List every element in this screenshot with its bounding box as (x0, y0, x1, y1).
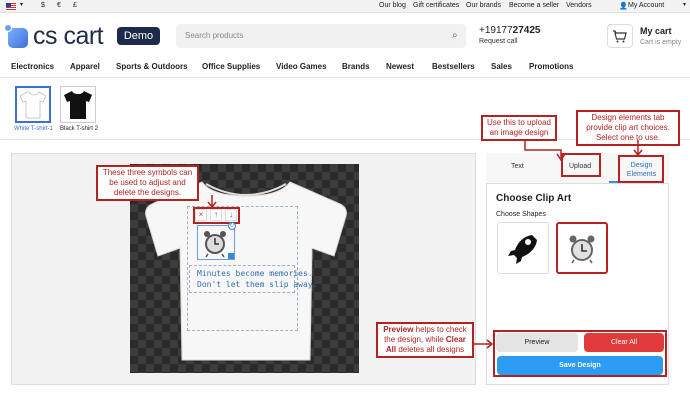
nav-sales[interactable]: Sales (491, 62, 512, 71)
logo-text[interactable]: cs cart (33, 22, 104, 51)
chevron-down-icon[interactable]: ▾ (683, 1, 686, 8)
shape-rocket[interactable] (497, 222, 549, 274)
phone-number[interactable]: +1917727425 (479, 25, 540, 36)
link-our-blog[interactable]: Our blog (379, 2, 406, 9)
resize-handle-icon[interactable] (228, 253, 234, 259)
cart-title[interactable]: My cart (640, 26, 672, 36)
rocket-icon (508, 235, 537, 264)
design-text[interactable]: Minutes become memories. Don't let them s… (197, 268, 317, 290)
demo-badge: Demo (117, 27, 160, 45)
variant-white-label[interactable]: White T-shirt-1 (14, 126, 53, 132)
design-text-line2: Don't let them slip away. (197, 280, 318, 289)
user-icon: 👤 (619, 3, 628, 10)
upload-tab-highlight (561, 153, 601, 177)
cart-status: Cart is empty (640, 39, 682, 46)
rotate-handle-icon[interactable]: ↻ (228, 222, 236, 230)
preview-bold: Preview (383, 325, 414, 334)
link-become-seller[interactable]: Become a seller (509, 2, 559, 9)
nav-office-supplies[interactable]: Office Supplies (202, 62, 260, 71)
arrow-icon (524, 140, 566, 162)
nav-apparel[interactable]: Apparel (70, 62, 100, 71)
my-account-link[interactable]: My Account (628, 2, 664, 9)
shape-alarm-clock[interactable] (556, 222, 608, 274)
tab-text[interactable]: Text (511, 163, 524, 170)
main-nav: Electronics Apparel Sports & Outdoors Of… (0, 58, 690, 78)
arrow-down-icon (633, 140, 643, 157)
request-call-link[interactable]: Request call (479, 38, 518, 45)
clear-tail: deletes all designs (396, 345, 465, 354)
phone-prefix: +19177 (479, 25, 513, 36)
phone-suffix: 27425 (512, 25, 541, 36)
nav-promotions[interactable]: Promotions (529, 62, 573, 71)
cart-icon[interactable] (607, 24, 633, 48)
nav-electronics[interactable]: Electronics (11, 62, 54, 71)
search-icon[interactable]: ⌕ (452, 30, 458, 41)
logo-icon[interactable] (8, 28, 28, 48)
design-tab-annotation: Design elements tab provide clip art cho… (576, 110, 680, 146)
nav-bestsellers[interactable]: Bestsellers (432, 62, 475, 71)
nav-sports-outdoors[interactable]: Sports & Outdoors (116, 62, 188, 71)
logo-dot-icon (4, 24, 12, 32)
preview-clear-annotation: Preview helps to check the design, while… (376, 322, 474, 358)
top-utility-bar: ▾ $ € £ Our blog Gift certificates Our b… (0, 0, 690, 13)
arrow-right-icon (474, 339, 494, 349)
search-input[interactable]: Search products (176, 24, 466, 48)
arrow-down-icon (207, 195, 217, 209)
upload-annotation: Use this to upload an image design (481, 115, 557, 141)
design-tab-highlight (618, 155, 664, 183)
nav-video-games[interactable]: Video Games (276, 62, 327, 71)
save-design-button[interactable]: Save Design (497, 356, 663, 375)
variant-white-tshirt[interactable] (15, 86, 51, 123)
link-vendors[interactable]: Vendors (566, 2, 592, 9)
variant-black-label[interactable]: Black T-shirt 2 (60, 126, 98, 132)
controls-annotation: These three symbols can be used to adjus… (96, 165, 199, 201)
choose-shapes-label: Choose Shapes (496, 211, 546, 218)
nav-brands[interactable]: Brands (342, 62, 370, 71)
currency-usd[interactable]: $ (41, 2, 45, 9)
chevron-down-icon[interactable]: ▾ (20, 1, 23, 8)
currency-gbp[interactable]: £ (73, 2, 77, 9)
us-flag-icon[interactable] (6, 3, 16, 10)
variant-black-tshirt[interactable] (60, 86, 96, 123)
nav-newest[interactable]: Newest (386, 62, 414, 71)
link-gift-certificates[interactable]: Gift certificates (413, 2, 459, 9)
currency-eur[interactable]: € (57, 2, 61, 9)
design-text-line1: Minutes become memories. (197, 269, 313, 278)
choose-clipart-heading: Choose Clip Art (496, 193, 572, 204)
alarm-clock-icon (569, 235, 595, 264)
link-our-brands[interactable]: Our brands (466, 2, 501, 9)
